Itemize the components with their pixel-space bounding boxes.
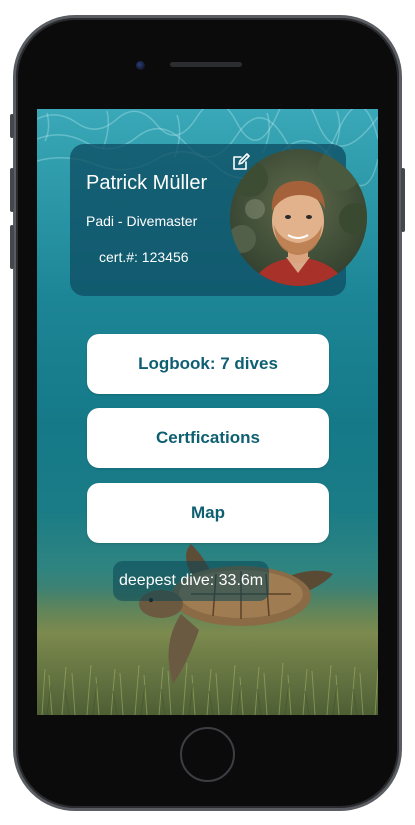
silent-switch	[10, 114, 14, 138]
volume-down-button	[10, 225, 14, 269]
front-camera	[136, 61, 145, 70]
logbook-dive-count: 7 dives	[220, 354, 278, 373]
diver-name: Patrick Müller	[86, 172, 208, 194]
volume-up-button	[10, 168, 14, 212]
diver-certification-level: Padi - Divemaster	[86, 213, 198, 229]
deepest-dive-value: 33.6m	[218, 572, 264, 589]
certifications-button[interactable]: Certfications	[87, 408, 329, 468]
map-button[interactable]: Map	[87, 483, 329, 543]
deepest-dive-label: deepest dive:	[119, 572, 215, 589]
logbook-label: Logbook:	[138, 354, 216, 373]
power-button	[401, 168, 405, 232]
map-label: Map	[191, 503, 225, 522]
certifications-label: Certfications	[156, 428, 260, 447]
earpiece-speaker	[170, 62, 242, 67]
deepest-dive-badge: deepest dive: 33.6m	[113, 561, 270, 601]
certificate-number: cert.#: 123456	[99, 249, 189, 265]
home-button[interactable]	[180, 727, 235, 782]
edit-profile-icon[interactable]	[231, 152, 251, 172]
app-screen: Patrick Müller Padi - Divemaster cert.#:…	[37, 109, 378, 715]
certificate-value: 123456	[141, 249, 189, 265]
certificate-label: cert.#:	[99, 249, 138, 265]
logbook-button[interactable]: Logbook: 7 dives	[87, 334, 329, 394]
